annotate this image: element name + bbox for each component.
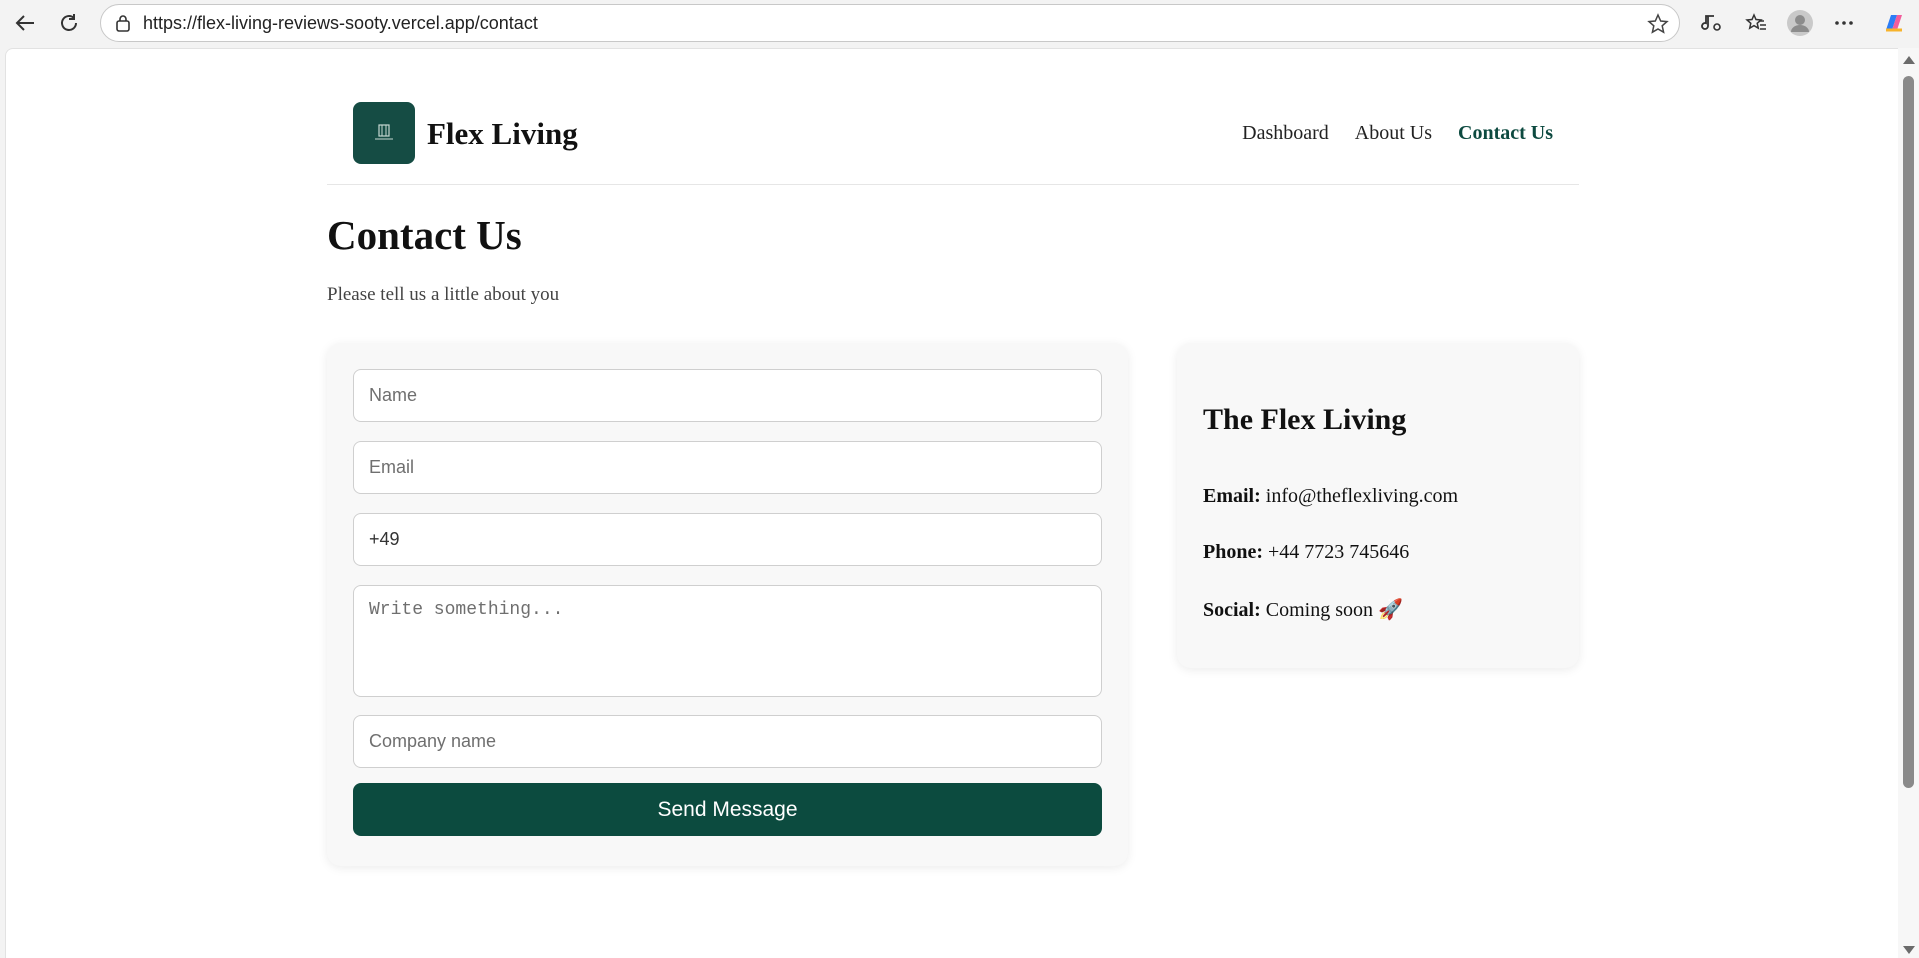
company-input[interactable] bbox=[353, 715, 1102, 768]
nav-link-dashboard[interactable]: Dashboard bbox=[1242, 122, 1329, 145]
message-textarea[interactable] bbox=[353, 585, 1102, 697]
back-arrow-icon bbox=[15, 15, 34, 31]
lock-icon bbox=[113, 13, 133, 33]
info-social-label: Social: bbox=[1203, 599, 1261, 621]
info-email-value: info@theflexliving.com bbox=[1265, 485, 1459, 507]
scroll-down-arrow-icon[interactable] bbox=[1903, 946, 1915, 954]
back-button[interactable] bbox=[8, 6, 42, 40]
scroll-up-arrow-icon[interactable] bbox=[1903, 56, 1915, 64]
profile-avatar-icon[interactable] bbox=[1784, 7, 1816, 39]
favorites-icon[interactable] bbox=[1740, 7, 1772, 39]
page-container: Flex Living Dashboard About Us Contact U… bbox=[327, 49, 1579, 866]
info-phone-label: Phone: bbox=[1203, 541, 1263, 563]
info-title: The Flex Living bbox=[1203, 403, 1407, 436]
browser-toolbar: https://flex-living-reviews-sooty.vercel… bbox=[0, 0, 1919, 46]
info-email-label: Email: bbox=[1203, 485, 1261, 507]
page-scrollbar[interactable] bbox=[1898, 48, 1919, 958]
send-message-button[interactable]: Send Message bbox=[353, 783, 1102, 836]
more-options-icon[interactable] bbox=[1828, 7, 1860, 39]
page-subtitle: Please tell us a little about you bbox=[327, 284, 560, 305]
address-bar[interactable]: https://flex-living-reviews-sooty.vercel… bbox=[100, 4, 1680, 42]
email-input[interactable] bbox=[353, 441, 1102, 494]
phone-input[interactable] bbox=[353, 513, 1102, 566]
name-input[interactable] bbox=[353, 369, 1102, 422]
page-title: Contact Us bbox=[327, 212, 522, 258]
info-phone-row: Phone: +44 7723 745646 bbox=[1203, 541, 1409, 564]
read-aloud-icon[interactable] bbox=[1696, 7, 1728, 39]
contact-info-card: The Flex Living Email: info@theflexlivin… bbox=[1177, 343, 1579, 668]
url-text: https://flex-living-reviews-sooty.vercel… bbox=[143, 12, 538, 33]
info-social-row: Social: Coming soon 🚀 bbox=[1203, 597, 1403, 622]
main-nav: Dashboard About Us Contact Us bbox=[1242, 122, 1553, 145]
brand-logo[interactable] bbox=[353, 102, 415, 164]
reload-button[interactable] bbox=[52, 6, 86, 40]
brand-name[interactable]: Flex Living bbox=[427, 116, 578, 152]
scrollbar-thumb[interactable] bbox=[1903, 76, 1914, 788]
site-header: Flex Living Dashboard About Us Contact U… bbox=[327, 49, 1579, 185]
reload-icon bbox=[61, 14, 77, 31]
nav-link-contact-us[interactable]: Contact Us bbox=[1458, 122, 1553, 145]
page-viewport: Flex Living Dashboard About Us Contact U… bbox=[5, 48, 1898, 958]
info-social-value: Coming soon 🚀 bbox=[1265, 599, 1403, 621]
nav-link-about-us[interactable]: About Us bbox=[1355, 122, 1432, 145]
contact-form: Send Message bbox=[327, 343, 1128, 866]
info-phone-value: +44 7723 745646 bbox=[1268, 541, 1410, 563]
favorite-star-icon[interactable] bbox=[1647, 13, 1669, 35]
copilot-icon[interactable] bbox=[1878, 7, 1910, 39]
building-logo-icon bbox=[373, 123, 395, 143]
info-email-row: Email: info@theflexliving.com bbox=[1203, 485, 1458, 508]
